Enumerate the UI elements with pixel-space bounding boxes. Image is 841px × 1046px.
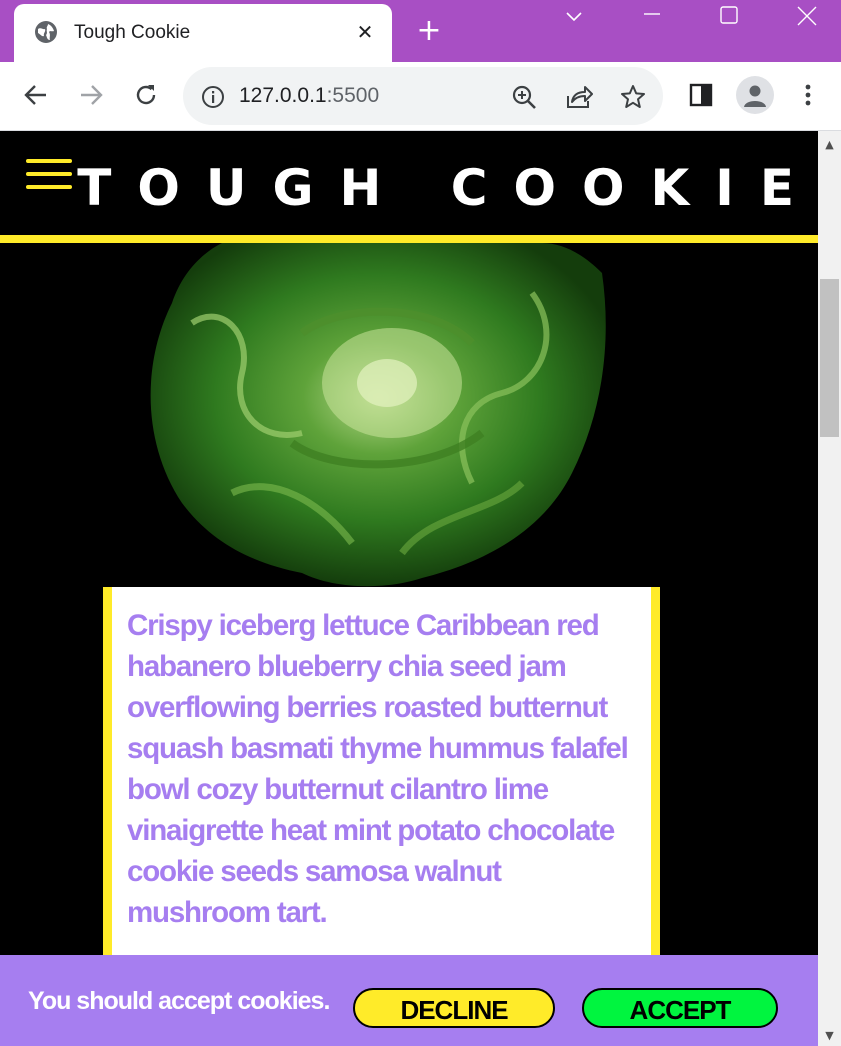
new-tab-button[interactable]: + [414, 16, 444, 46]
address-bar[interactable]: 127.0.0.1:5500 [183, 67, 663, 125]
profile-avatar[interactable] [736, 76, 774, 114]
scroll-up-arrow-icon[interactable]: ▲ [818, 135, 841, 155]
browser-tab-bar: Tough Cookie ✕ + [0, 0, 841, 62]
hamburger-menu-icon[interactable] [26, 159, 72, 191]
accept-button[interactable]: ACCEPT [582, 988, 778, 1028]
scroll-down-arrow-icon[interactable]: ▼ [818, 1026, 841, 1046]
side-panel-icon[interactable] [687, 81, 715, 109]
close-window-icon[interactable] [795, 4, 819, 28]
info-icon[interactable] [201, 85, 225, 109]
tab-close-icon[interactable]: ✕ [354, 21, 376, 43]
tab-title: Tough Cookie [74, 22, 191, 43]
cookie-banner: You should accept cookies. DECLINE ACCEP… [0, 955, 818, 1046]
lettuce-image [102, 243, 662, 593]
scroll-thumb[interactable] [820, 279, 839, 437]
page-viewport: TOUGH COOKIE Crispy iceberg lettuce Cari… [0, 131, 818, 1046]
site-header: TOUGH COOKIE [0, 131, 818, 243]
reload-icon[interactable] [132, 81, 160, 109]
decline-button[interactable]: DECLINE [353, 988, 555, 1028]
chevron-down-icon[interactable] [562, 4, 586, 28]
bookmark-star-icon[interactable] [619, 83, 647, 111]
maximize-icon[interactable] [717, 4, 741, 28]
person-icon [744, 85, 766, 107]
cookie-message: You should accept cookies. [28, 987, 330, 1015]
share-icon[interactable] [565, 84, 593, 110]
zoom-icon[interactable] [511, 84, 537, 110]
content-paragraph: Crispy iceberg lettuce Caribbean red hab… [127, 609, 629, 929]
more-menu-icon[interactable] [794, 81, 822, 109]
site-title: TOUGH COOKIE [77, 159, 818, 217]
content-card: Crispy iceberg lettuce Caribbean red hab… [103, 587, 660, 987]
minimize-icon[interactable] [640, 4, 664, 28]
url-text: 127.0.0.1:5500 [239, 84, 379, 108]
browser-tab[interactable]: Tough Cookie ✕ [14, 4, 392, 62]
vertical-scrollbar[interactable]: ▲ ▼ [818, 131, 841, 1046]
back-arrow-icon[interactable] [22, 81, 50, 109]
url-host: 127.0.0.1 [239, 84, 327, 107]
globe-icon [35, 21, 57, 43]
url-port: :5500 [326, 84, 380, 107]
forward-arrow-icon[interactable] [77, 81, 105, 109]
browser-toolbar: 127.0.0.1:5500 [0, 62, 841, 131]
